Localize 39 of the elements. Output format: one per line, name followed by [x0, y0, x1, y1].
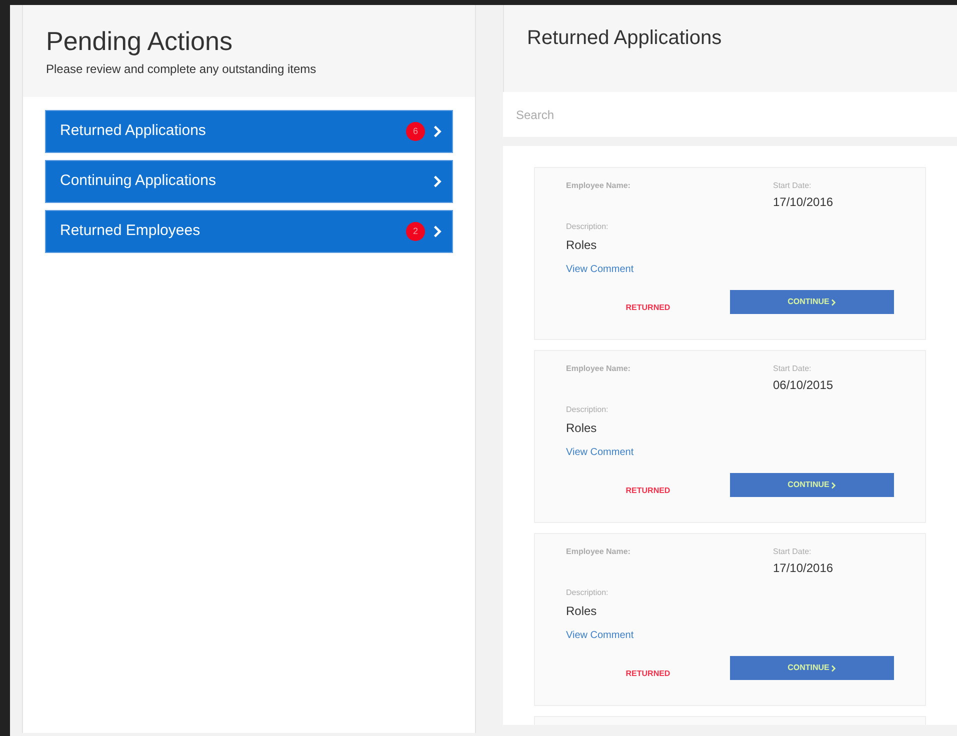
chevron-right-icon [831, 298, 836, 306]
start-date: 06/10/2015 [773, 377, 834, 394]
chevron-right-icon [433, 225, 442, 238]
chevron-right-icon [433, 125, 442, 138]
start-date: 17/10/2016 [773, 194, 834, 211]
chevron-right-icon [831, 664, 836, 672]
continue-button[interactable]: CONTINUE [730, 290, 894, 314]
field-label: Description: [566, 587, 610, 599]
start-date: 17/10/2016 [773, 560, 834, 577]
count-badge: 6 [406, 122, 425, 141]
field-label: Start Date: [773, 546, 812, 558]
field-label: Description: [566, 221, 610, 233]
view-comment-link[interactable]: View Comment [566, 628, 634, 643]
view-comment-link[interactable]: View Comment [566, 445, 634, 460]
action-item[interactable]: Returned Applications 6 [45, 110, 453, 153]
field-label: Employee Name: [566, 546, 632, 558]
field-label: Start Date: [773, 363, 812, 375]
field-label: Employee Name: [566, 363, 632, 375]
field-label: Description: [566, 404, 610, 416]
description: Roles [566, 237, 598, 254]
chevron-right-icon [433, 175, 442, 188]
status-label: RETURNED [626, 302, 670, 314]
field-label: Employee Name: [566, 180, 632, 192]
continue-button[interactable]: CONTINUE [730, 656, 894, 680]
field-label: Start Date: [773, 180, 812, 192]
action-item[interactable]: Continuing Applications [45, 160, 453, 203]
panel-title: Returned Applications [527, 26, 723, 51]
description: Roles [566, 420, 598, 437]
continue-button[interactable]: CONTINUE [730, 473, 894, 497]
status-label: RETURNED [626, 668, 670, 680]
action-item[interactable]: Returned Employees 2 [45, 210, 453, 253]
count-badge: 2 [406, 222, 425, 241]
search-field[interactable]: Search [503, 92, 957, 137]
description: Roles [566, 603, 598, 620]
status-label: RETURNED [626, 485, 670, 497]
view-comment-link[interactable]: View Comment [566, 262, 634, 277]
panel-title: Pending Actions [46, 25, 234, 57]
panel-subtitle: Please review and complete any outstanding items [46, 61, 318, 78]
chevron-right-icon [831, 482, 836, 488]
